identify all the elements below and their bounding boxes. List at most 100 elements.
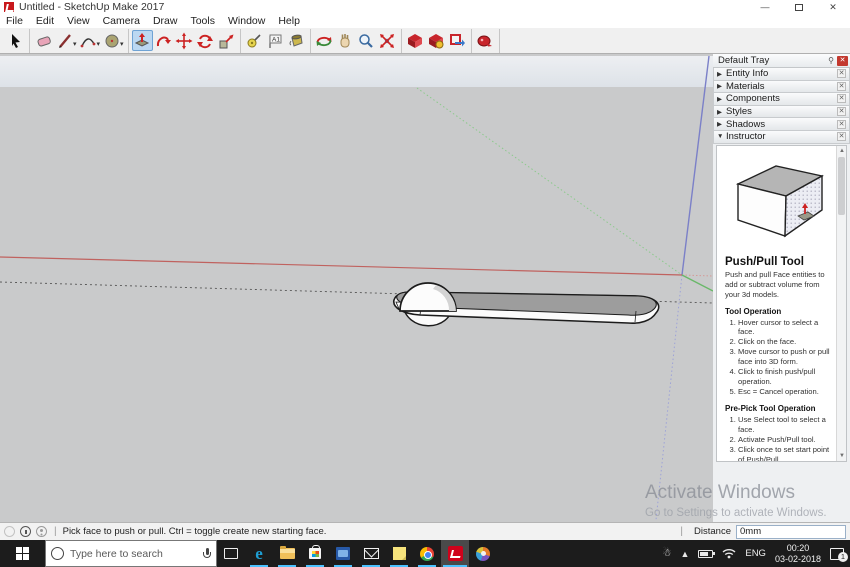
shapes-tool-button[interactable] xyxy=(101,30,122,51)
microphone-icon[interactable] xyxy=(203,547,211,560)
pre-pick-title: Pre-Pick Tool Operation xyxy=(725,404,816,414)
geolocation-icon[interactable] xyxy=(4,526,15,537)
sign-in-icon[interactable] xyxy=(36,526,47,537)
viewport-scene xyxy=(0,54,714,522)
move-tool-button[interactable] xyxy=(174,30,195,51)
instructor-heading: Push/Pull Tool xyxy=(725,256,805,268)
taskbar-edge[interactable]: e xyxy=(245,540,273,567)
taskbar-photos[interactable] xyxy=(329,540,357,567)
push-pull-tool-button[interactable] xyxy=(131,30,153,51)
distance-label: Distance xyxy=(694,526,731,537)
extension-warehouse-button[interactable] xyxy=(426,30,447,51)
getting-started-toolbar: ▾ ▾ ▾ A1 xyxy=(0,28,850,54)
follow-me-tool-button[interactable] xyxy=(153,30,174,51)
menu-window[interactable]: Window xyxy=(228,15,265,27)
notification-center-icon[interactable]: 1 xyxy=(830,547,848,562)
text-tool-button[interactable]: A1 xyxy=(265,30,286,51)
taskbar-chrome[interactable] xyxy=(413,540,441,567)
tool-operation-title: Tool Operation xyxy=(725,306,782,316)
orbit-tool-button[interactable] xyxy=(314,30,335,51)
chevron-right-icon: ▶ xyxy=(717,108,722,116)
menu-view[interactable]: View xyxy=(67,15,90,27)
tray-close-icon[interactable]: ✕ xyxy=(837,55,848,66)
clock[interactable]: 00:20 03-02-2018 xyxy=(775,543,821,564)
zoom-extents-button[interactable] xyxy=(377,30,398,51)
model-info-button[interactable] xyxy=(475,30,496,51)
arc-tool-button[interactable] xyxy=(78,30,99,51)
section-close-icon[interactable]: ✕ xyxy=(837,132,846,142)
taskbar-sticky-notes[interactable] xyxy=(385,540,413,567)
windows-logo-icon xyxy=(16,547,29,560)
taskbar-mail[interactable] xyxy=(357,540,385,567)
chevron-right-icon: ▶ xyxy=(717,121,722,129)
chevron-down-icon: ▼ xyxy=(717,133,724,141)
start-button[interactable] xyxy=(0,540,45,567)
tray-section-components[interactable]: ▶ Components ✕ xyxy=(713,93,850,106)
section-close-icon[interactable]: ✕ xyxy=(837,81,846,91)
close-button[interactable]: ✕ xyxy=(816,0,850,14)
instructor-panel: Push/Pull Tool Push and pull Face entiti… xyxy=(716,145,847,462)
section-close-icon[interactable]: ✕ xyxy=(837,119,846,129)
task-view-button[interactable] xyxy=(217,540,245,567)
tray-section-shadows[interactable]: ▶ Shadows ✕ xyxy=(713,118,850,131)
tape-measure-tool-button[interactable] xyxy=(244,30,265,51)
3d-warehouse-button[interactable] xyxy=(405,30,426,51)
menu-draw[interactable]: Draw xyxy=(153,15,178,27)
taskbar-file-explorer[interactable] xyxy=(273,540,301,567)
line-tool-button[interactable] xyxy=(54,30,75,51)
eraser-tool-button[interactable] xyxy=(33,30,54,51)
tray-section-instructor[interactable]: ▼ Instructor ✕ xyxy=(713,130,850,144)
wifi-icon[interactable] xyxy=(722,548,736,559)
paint-bucket-tool-button[interactable] xyxy=(286,30,307,51)
edge-icon: e xyxy=(255,543,263,563)
cortana-icon xyxy=(51,547,64,560)
language-indicator[interactable]: ENG xyxy=(745,548,766,559)
section-close-icon[interactable]: ✕ xyxy=(837,107,846,117)
scrollbar-thumb[interactable] xyxy=(838,157,845,215)
section-close-icon[interactable]: ✕ xyxy=(837,69,846,79)
tray-section-styles[interactable]: ▶ Styles ✕ xyxy=(713,105,850,119)
minimize-button[interactable]: — xyxy=(748,0,782,14)
instructor-intro: Push and pull Face entities to add or su… xyxy=(725,270,825,299)
modeling-viewport[interactable] xyxy=(0,54,714,522)
menu-help[interactable]: Help xyxy=(278,15,300,27)
tray-section-materials[interactable]: ▶ Materials ✕ xyxy=(713,80,850,94)
tray-header[interactable]: Default Tray ⚲ ✕ xyxy=(713,54,850,68)
taskbar-search-box[interactable]: Type here to search xyxy=(45,540,217,567)
maximize-button[interactable] xyxy=(782,0,816,14)
menu-bar: File Edit View Camera Draw Tools Window … xyxy=(0,14,850,28)
scale-tool-button[interactable] xyxy=(216,30,237,51)
tray-section-entity-info[interactable]: ▶ Entity Info ✕ xyxy=(713,68,850,81)
send-to-layout-button[interactable] xyxy=(447,30,468,51)
scroll-down-icon[interactable]: ▼ xyxy=(837,451,846,461)
battery-icon[interactable] xyxy=(698,549,716,558)
instructor-scrollbar[interactable]: ▲ ▼ xyxy=(836,146,846,461)
section-close-icon[interactable]: ✕ xyxy=(837,94,846,104)
menu-edit[interactable]: Edit xyxy=(36,15,54,27)
chevron-right-icon: ▶ xyxy=(717,70,722,78)
menu-file[interactable]: File xyxy=(6,15,23,27)
rotate-tool-button[interactable] xyxy=(195,30,216,51)
taskbar-store[interactable] xyxy=(301,540,329,567)
window-title: Untitled - SketchUp Make 2017 xyxy=(19,1,165,13)
menu-tools[interactable]: Tools xyxy=(190,15,215,27)
store-icon xyxy=(309,545,321,559)
taskbar-paint[interactable] xyxy=(469,540,497,567)
distance-input[interactable] xyxy=(736,524,846,539)
people-icon[interactable]: ☃︎ xyxy=(662,548,671,559)
push-pull-illustration xyxy=(735,165,824,238)
pan-tool-button[interactable] xyxy=(335,30,356,51)
pin-icon[interactable]: ⚲ xyxy=(828,56,834,65)
status-hint: Pick face to push or pull. Ctrl = toggle… xyxy=(62,526,327,537)
zoom-tool-button[interactable] xyxy=(356,30,377,51)
taskbar-sketchup[interactable] xyxy=(441,540,469,567)
select-tool-button[interactable] xyxy=(5,30,26,51)
menu-camera[interactable]: Camera xyxy=(103,15,140,27)
hidden-icons-chevron[interactable]: ▲ xyxy=(680,549,689,559)
clock-time: 00:20 xyxy=(786,543,810,554)
pre-pick-list: Use Select tool to select a face. Activa… xyxy=(725,415,830,461)
search-placeholder: Type here to search xyxy=(70,547,163,560)
scroll-up-icon[interactable]: ▲ xyxy=(837,146,846,156)
credits-icon[interactable] xyxy=(20,526,31,537)
sky-band xyxy=(0,56,713,87)
